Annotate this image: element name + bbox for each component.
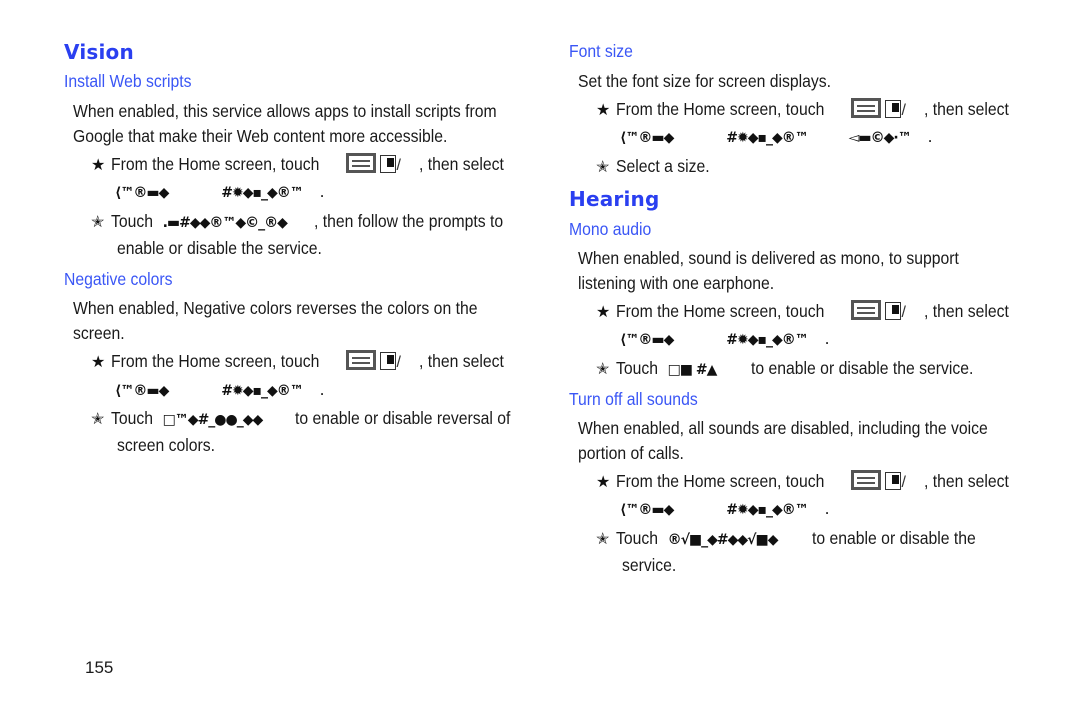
star-bullet-icon: ✭ xyxy=(596,361,610,378)
subheading-turn-off-all-sounds: Turn off all sounds xyxy=(569,389,698,409)
settings-icon xyxy=(885,100,902,118)
step-item-continued: enable or disable the service. xyxy=(117,238,322,258)
subheading-negative-colors: Negative colors xyxy=(64,269,173,289)
step-item: ✭ Touch □™◆#_●●_◆◆ to enable or disable r… xyxy=(91,408,511,428)
star-bullet-icon: ✭ xyxy=(91,411,105,428)
menu-icon xyxy=(346,350,377,370)
page-number: 155 xyxy=(85,658,114,677)
step-item: ✭ Select a size. xyxy=(596,156,710,176)
star-bullet-icon: ★ xyxy=(596,304,611,321)
step-item: ★ From the Home screen, touch /, then sele… xyxy=(91,153,504,174)
menu-icon xyxy=(851,470,882,490)
paragraph: When enabled, sound is delivered as mono… xyxy=(578,248,959,268)
settings-icon xyxy=(885,472,902,490)
star-bullet-icon: ✭ xyxy=(596,531,610,548)
section-heading-hearing: Hearing xyxy=(569,187,660,211)
step-item-continued: ⟨™®▬◆ #✹◆▪_◆®™ . xyxy=(115,181,325,201)
step-item: ★ From the Home screen, touch /, then sele… xyxy=(91,350,504,371)
step-item: ✭ Touch ®√■_◆#◆◆√■◆ to enable or disable … xyxy=(596,528,977,548)
garbled-text: ®√■_◆#◆◆√■◆ xyxy=(667,532,779,548)
garbled-text: #✹◆▪_◆®™ xyxy=(726,332,808,348)
paragraph: listening with one earphone. xyxy=(578,273,775,293)
paragraph: Google that make their Web content more … xyxy=(73,126,448,146)
garbled-text: ◅▬©◆·™ xyxy=(848,130,912,146)
paragraph: When enabled, all sounds are disabled, i… xyxy=(578,418,988,438)
step-item-continued: ⟨™®▬◆ #✹◆▪_◆®™ . xyxy=(620,498,830,518)
step-item: ✭ Touch □■ #▲ to enable or disable the se… xyxy=(596,358,974,378)
paragraph: screen. xyxy=(73,323,125,343)
star-bullet-icon: ✭ xyxy=(91,214,105,231)
garbled-text: □■ #▲ xyxy=(667,362,718,378)
garbled-text: #✹◆▪_◆®™ xyxy=(221,383,303,399)
step-item: ★ From the Home screen, touch /, then sele… xyxy=(596,470,1009,491)
garbled-text: ⟨™®▬◆ xyxy=(115,185,169,201)
garbled-text: ⟨™®▬◆ xyxy=(620,332,674,348)
settings-icon xyxy=(380,155,397,173)
step-item: ★ From the Home screen, touch /, then sele… xyxy=(596,98,1009,119)
subheading-font-size: Font size xyxy=(569,41,633,61)
star-bullet-icon: ★ xyxy=(91,157,106,174)
garbled-text: ⟨™®▬◆ xyxy=(115,383,169,399)
paragraph: When enabled, this service allows apps t… xyxy=(73,101,497,121)
subheading-install-web-scripts: Install Web scripts xyxy=(64,71,192,91)
step-item-continued: screen colors. xyxy=(117,435,216,455)
paragraph: Set the font size for screen displays. xyxy=(578,71,832,91)
paragraph: portion of calls. xyxy=(578,443,684,463)
settings-icon xyxy=(885,302,902,320)
menu-icon xyxy=(346,153,377,173)
settings-icon xyxy=(380,352,397,370)
star-bullet-icon: ✭ xyxy=(596,159,610,176)
garbled-text: ⟨™®▬◆ xyxy=(620,502,674,518)
garbled-text: ⟨™®▬◆ xyxy=(620,130,674,146)
star-bullet-icon: ★ xyxy=(91,354,106,371)
step-item-continued: ⟨™®▬◆ #✹◆▪_◆®™ . xyxy=(115,379,325,399)
step-item-continued: service. xyxy=(622,555,677,575)
garbled-text: □™◆#_●●_◆◆ xyxy=(162,412,264,428)
star-bullet-icon: ★ xyxy=(596,102,611,119)
step-item: ★ From the Home screen, touch /, then sele… xyxy=(596,300,1009,321)
step-item-continued: ⟨™®▬◆ #✹◆▪_◆®™ ◅▬©◆·™ . xyxy=(620,126,933,146)
garbled-text: #✹◆▪_◆®™ xyxy=(726,130,808,146)
garbled-text: #✹◆▪_◆®™ xyxy=(221,185,303,201)
garbled-text: .▬#◆◆®™◆©_®◆ xyxy=(162,215,288,231)
garbled-text: #✹◆▪_◆®™ xyxy=(726,502,808,518)
menu-icon xyxy=(851,300,882,320)
subheading-mono-audio: Mono audio xyxy=(569,219,652,239)
menu-icon xyxy=(851,98,882,118)
section-heading-vision: Vision xyxy=(64,40,134,64)
step-item: ✭ Touch .▬#◆◆®™◆©_®◆ , then follow the pr… xyxy=(91,211,503,231)
paragraph: When enabled, Negative colors reverses t… xyxy=(73,298,478,318)
step-item-continued: ⟨™®▬◆ #✹◆▪_◆®™ . xyxy=(620,328,830,348)
star-bullet-icon: ★ xyxy=(596,474,611,491)
